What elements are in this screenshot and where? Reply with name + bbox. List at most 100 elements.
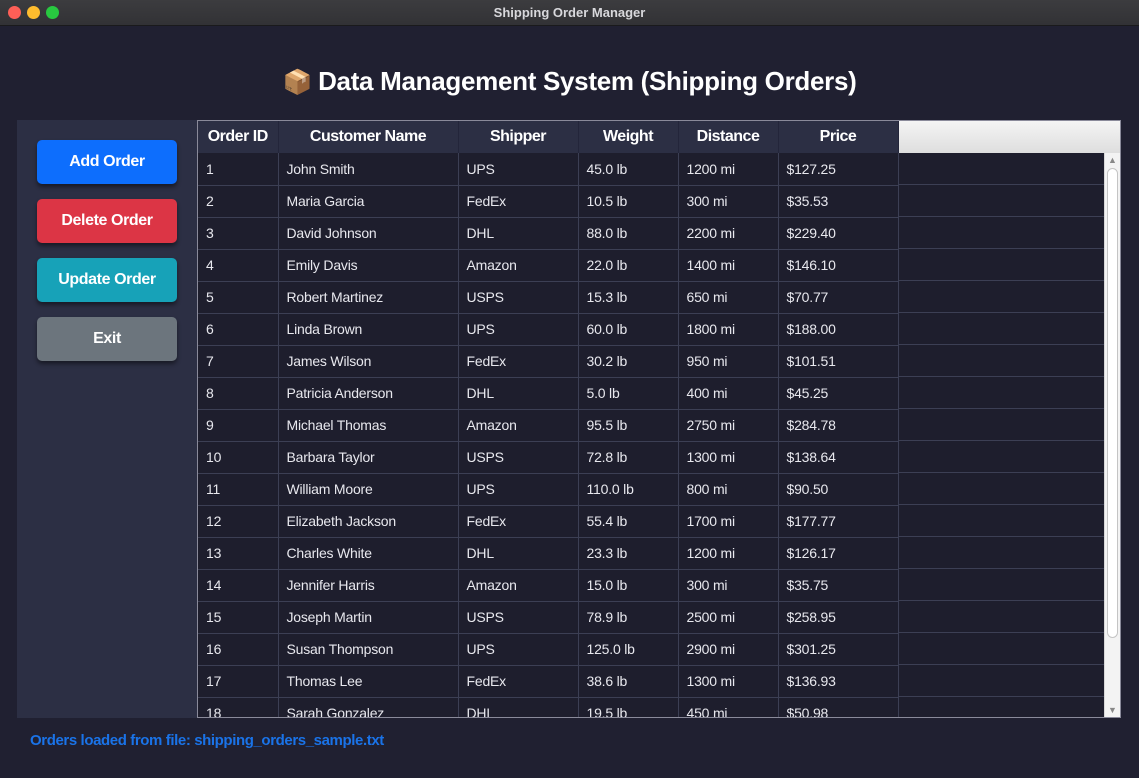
cell-customer-name: Patricia Anderson [278, 377, 459, 410]
scroll-up-arrow-icon[interactable]: ▲ [1105, 153, 1120, 167]
cell-distance: 1700 mi [678, 505, 779, 538]
cell-price: $177.77 [778, 505, 899, 538]
cell-customer-name: Michael Thomas [278, 409, 459, 442]
cell-distance: 1200 mi [678, 153, 779, 186]
cell-shipper: UPS [458, 153, 579, 186]
column-header-order-id[interactable]: Order ID [198, 121, 279, 153]
cell-order-id: 3 [198, 217, 279, 250]
cell-customer-name: Maria Garcia [278, 185, 459, 218]
cell-weight: 22.0 lb [578, 249, 679, 282]
page-title-text: Data Management System (Shipping Orders) [318, 66, 857, 96]
table-row[interactable]: 3 David Johnson DHL 88.0 lb 2200 mi $229.40 [198, 217, 899, 250]
table-row[interactable]: 14 Jennifer Harris Amazon 15.0 lb 300 mi $35.… [198, 569, 899, 602]
table-row-empty-area [898, 697, 1104, 717]
cell-distance: 300 mi [678, 569, 779, 602]
table-row-empty-area [898, 345, 1104, 377]
table-row-empty-area [898, 441, 1104, 473]
window-title: Shipping Order Manager [493, 5, 646, 20]
table-row[interactable]: 1 John Smith UPS 45.0 lb 1200 mi $127.25 [198, 153, 899, 186]
scroll-down-arrow-icon[interactable]: ▼ [1105, 703, 1120, 717]
cell-order-id: 13 [198, 537, 279, 570]
cell-order-id: 2 [198, 185, 279, 218]
cell-shipper: DHL [458, 217, 579, 250]
table-row-empty-area [898, 281, 1104, 313]
cell-weight: 95.5 lb [578, 409, 679, 442]
cell-price: $45.25 [778, 377, 899, 410]
cell-price: $35.75 [778, 569, 899, 602]
cell-shipper: USPS [458, 601, 579, 634]
cell-order-id: 6 [198, 313, 279, 346]
cell-customer-name: John Smith [278, 153, 459, 186]
cell-customer-name: Linda Brown [278, 313, 459, 346]
cell-customer-name: Elizabeth Jackson [278, 505, 459, 538]
orders-table[interactable]: Order ID Customer Name Shipper Weight Di… [197, 120, 1121, 718]
table-row[interactable]: 2 Maria Garcia FedEx 10.5 lb 300 mi $35.53 [198, 185, 899, 218]
table-row[interactable]: 18 Sarah Gonzalez DHL 19.5 lb 450 mi $50.98 [198, 697, 899, 717]
table-row[interactable]: 4 Emily Davis Amazon 22.0 lb 1400 mi $146.10 [198, 249, 899, 282]
table-row[interactable]: 6 Linda Brown UPS 60.0 lb 1800 mi $188.00 [198, 313, 899, 346]
table-row[interactable]: 15 Joseph Martin USPS 78.9 lb 2500 mi $258.95 [198, 601, 899, 634]
cell-price: $70.77 [778, 281, 899, 314]
column-header-price[interactable]: Price [778, 121, 899, 153]
cell-order-id: 18 [198, 697, 279, 717]
column-header-shipper[interactable]: Shipper [458, 121, 579, 153]
orders-grid: Order ID Customer Name Shipper Weight Di… [198, 121, 899, 717]
cell-price: $138.64 [778, 441, 899, 474]
cell-weight: 10.5 lb [578, 185, 679, 218]
cell-order-id: 12 [198, 505, 279, 538]
cell-weight: 125.0 lb [578, 633, 679, 666]
table-row[interactable]: 11 William Moore UPS 110.0 lb 800 mi $90.50 [198, 473, 899, 506]
cell-customer-name: Robert Martinez [278, 281, 459, 314]
cell-order-id: 1 [198, 153, 279, 186]
cell-order-id: 9 [198, 409, 279, 442]
cell-shipper: FedEx [458, 665, 579, 698]
update-order-button[interactable]: Update Order [37, 258, 177, 302]
cell-distance: 400 mi [678, 377, 779, 410]
cell-distance: 1800 mi [678, 313, 779, 346]
column-header-customer-name[interactable]: Customer Name [278, 121, 459, 153]
add-order-button[interactable]: Add Order [37, 140, 177, 184]
cell-customer-name: David Johnson [278, 217, 459, 250]
table-row[interactable]: 8 Patricia Anderson DHL 5.0 lb 400 mi $45.25 [198, 377, 899, 410]
cell-weight: 78.9 lb [578, 601, 679, 634]
cell-customer-name: Joseph Martin [278, 601, 459, 634]
table-row[interactable]: 7 James Wilson FedEx 30.2 lb 950 mi $101.51 [198, 345, 899, 378]
cell-distance: 2200 mi [678, 217, 779, 250]
cell-weight: 72.8 lb [578, 441, 679, 474]
exit-button[interactable]: Exit [37, 317, 177, 361]
table-header-filler [898, 121, 1120, 153]
table-row[interactable]: 13 Charles White DHL 23.3 lb 1200 mi $126.17 [198, 537, 899, 570]
column-header-distance[interactable]: Distance [678, 121, 779, 153]
table-row[interactable]: 16 Susan Thompson UPS 125.0 lb 2900 mi $301.2… [198, 633, 899, 666]
table-row[interactable]: 17 Thomas Lee FedEx 38.6 lb 1300 mi $136.93 [198, 665, 899, 698]
cell-weight: 38.6 lb [578, 665, 679, 698]
table-body: 1 John Smith UPS 45.0 lb 1200 mi $127.25 2 Mari… [198, 153, 899, 717]
cell-distance: 300 mi [678, 185, 779, 218]
cell-shipper: Amazon [458, 409, 579, 442]
table-row[interactable]: 12 Elizabeth Jackson FedEx 55.4 lb 1700 mi $1… [198, 505, 899, 538]
table-row-empty-area [898, 537, 1104, 569]
cell-customer-name: Charles White [278, 537, 459, 570]
cell-weight: 5.0 lb [578, 377, 679, 410]
cell-shipper: Amazon [458, 249, 579, 282]
cell-distance: 2500 mi [678, 601, 779, 634]
cell-order-id: 10 [198, 441, 279, 474]
column-header-weight[interactable]: Weight [578, 121, 679, 153]
delete-order-button[interactable]: Delete Order [37, 199, 177, 243]
cell-weight: 15.3 lb [578, 281, 679, 314]
table-row[interactable]: 10 Barbara Taylor USPS 72.8 lb 1300 mi $138.6… [198, 441, 899, 474]
cell-order-id: 14 [198, 569, 279, 602]
table-row[interactable]: 9 Michael Thomas Amazon 95.5 lb 2750 mi $284.… [198, 409, 899, 442]
cell-price: $101.51 [778, 345, 899, 378]
cell-price: $136.93 [778, 665, 899, 698]
table-row-empty-area [898, 601, 1104, 633]
cell-weight: 23.3 lb [578, 537, 679, 570]
vertical-scrollbar[interactable]: ▲ ▼ [1104, 153, 1120, 717]
cell-distance: 1300 mi [678, 665, 779, 698]
cell-price: $126.17 [778, 537, 899, 570]
cell-customer-name: Thomas Lee [278, 665, 459, 698]
cell-customer-name: Sarah Gonzalez [278, 697, 459, 717]
table-row[interactable]: 5 Robert Martinez USPS 15.3 lb 650 mi $70.77 [198, 281, 899, 314]
scrollbar-thumb[interactable] [1107, 168, 1118, 638]
cell-price: $127.25 [778, 153, 899, 186]
